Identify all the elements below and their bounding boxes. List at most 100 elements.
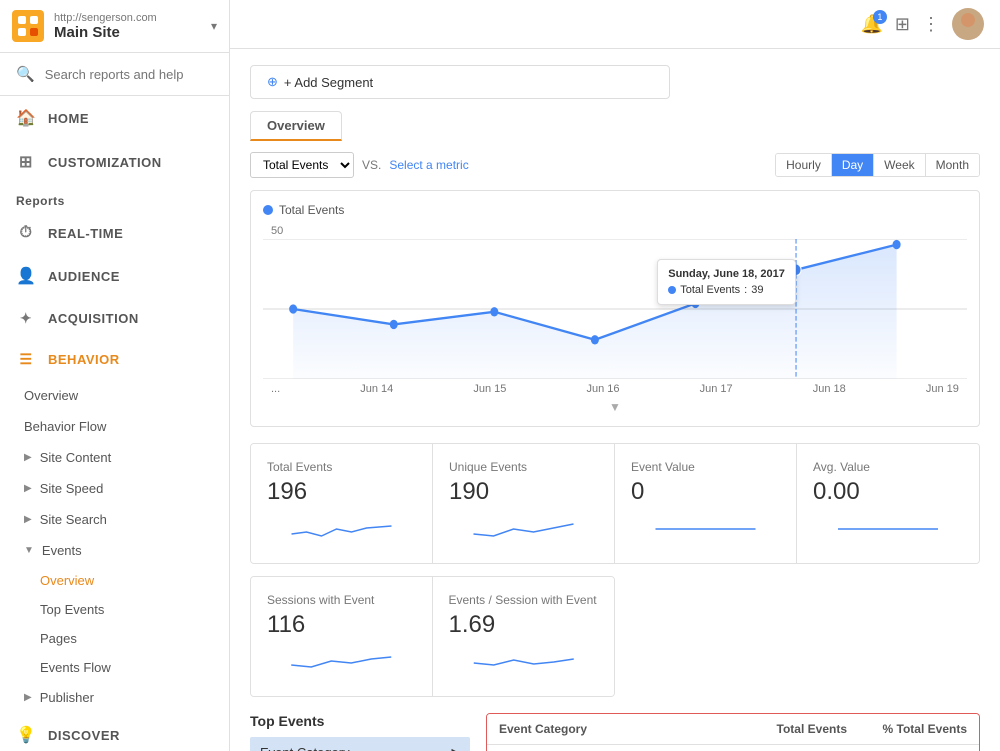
more-options-icon[interactable]: ⋮	[922, 14, 940, 35]
table-header-row: Event Category Total Events % Total Even…	[487, 714, 979, 745]
sidebar-item-customization[interactable]: ⊞ CUSTOMIZATION	[0, 140, 229, 184]
bottom-section: Top Events Event Category ▶ Event Action…	[250, 713, 980, 751]
site-url: http://sengerson.com	[54, 12, 211, 24]
event-category-arrow: ▶	[452, 746, 460, 751]
x-label-3: Jun 16	[587, 383, 620, 395]
legend-label: Total Events	[279, 203, 344, 217]
sidebar-events-flow[interactable]: Events Flow	[0, 653, 229, 682]
metric-label-2: Event Value	[631, 460, 780, 474]
grid-icon: ⊞	[895, 14, 910, 34]
sidebar-item-discover-label: DISCOVER	[48, 728, 120, 743]
x-label-2: Jun 15	[473, 383, 506, 395]
add-segment-icon: ⊕	[267, 74, 278, 90]
x-label-1: Jun 14	[360, 383, 393, 395]
sidebar-item-behavior-label: BEHAVIOR	[48, 352, 120, 367]
x-label-6: Jun 19	[926, 383, 959, 395]
sparkline-r2-0	[267, 647, 416, 677]
table-section: Event Category Total Events % Total Even…	[486, 713, 980, 751]
sidebar-pages-label: Pages	[40, 631, 77, 646]
reports-section-label: Reports	[0, 184, 229, 212]
sidebar-sub-behavior-flow[interactable]: Behavior Flow	[0, 411, 229, 442]
avatar-image	[952, 8, 984, 40]
sidebar-events-overview[interactable]: Overview	[0, 566, 229, 595]
metric-value-r2-1: 1.69	[449, 611, 599, 639]
sidebar-sub-publisher[interactable]: ▶ Publisher	[0, 682, 229, 713]
event-category-label: Event Category	[260, 745, 350, 751]
overview-tab[interactable]: Overview	[250, 111, 342, 141]
grid-menu-icon[interactable]: ⊞	[895, 14, 910, 35]
chart-container: Sunday, June 18, 2017 Total Events: 39	[263, 239, 967, 379]
notification-badge: 1	[873, 10, 887, 24]
top-events-title: Top Events	[250, 713, 470, 729]
sidebar-sub-overview[interactable]: Overview	[0, 380, 229, 411]
sidebar-sub-site-content-label: Site Content	[40, 450, 112, 465]
chart-svg	[263, 239, 967, 379]
sidebar-item-customization-label: CUSTOMIZATION	[48, 155, 162, 170]
expand-icon-search: ▶	[24, 514, 32, 525]
metric-label-0: Total Events	[267, 460, 416, 474]
sidebar-item-acquisition[interactable]: ✦ ACQUISITION	[0, 298, 229, 339]
user-avatar[interactable]	[952, 8, 984, 40]
event-category-filter[interactable]: Event Category ▶	[250, 737, 470, 751]
metric-label-r2-1: Events / Session with Event	[449, 593, 599, 607]
sidebar-pages[interactable]: Pages	[0, 624, 229, 653]
sidebar-item-home[interactable]: 🏠 HOME	[0, 96, 229, 140]
sparkline-2	[631, 514, 780, 544]
sidebar-item-real-time-label: REAL-TIME	[48, 226, 123, 241]
table-col-event-category: Event Category	[499, 722, 727, 736]
metric-dropdown[interactable]: Total Events	[250, 152, 354, 178]
notification-bell[interactable]: 🔔 1	[860, 14, 882, 35]
legend-dot	[263, 205, 273, 215]
sidebar-sub-site-content[interactable]: ▶ Site Content	[0, 442, 229, 473]
time-btn-hourly[interactable]: Hourly	[776, 154, 832, 176]
home-icon: 🏠	[16, 108, 36, 128]
time-btn-day[interactable]: Day	[832, 154, 874, 176]
sidebar-item-behavior[interactable]: ☰ BEHAVIOR	[0, 339, 229, 380]
time-btn-week[interactable]: Week	[874, 154, 925, 176]
sidebar-events-overview-label: Overview	[40, 573, 94, 588]
table-col-percent: % Total Events	[847, 722, 967, 736]
sidebar-item-discover[interactable]: 💡 DISCOVER	[0, 713, 229, 751]
metric-card-3: Avg. Value 0.00	[797, 444, 979, 563]
add-segment-bar[interactable]: ⊕ + Add Segment	[250, 65, 670, 99]
metric-value-1: 190	[449, 478, 598, 506]
time-buttons: Hourly Day Week Month	[775, 153, 980, 177]
sidebar-sub-site-speed-label: Site Speed	[40, 481, 104, 496]
expand-icon-publisher: ▶	[24, 692, 32, 703]
x-label-0: ...	[271, 383, 280, 395]
realtime-icon: ⏱	[16, 224, 36, 242]
site-dropdown-icon[interactable]: ▾	[211, 19, 217, 33]
behavior-icon: ☰	[16, 351, 36, 368]
metric-value-2: 0	[631, 478, 780, 506]
sparkline-3	[813, 514, 963, 544]
metric-card-0: Total Events 196	[251, 444, 433, 563]
search-input[interactable]	[45, 67, 213, 82]
top-events-panel: Top Events Event Category ▶ Event Action…	[250, 713, 470, 751]
time-btn-month[interactable]: Month	[926, 154, 979, 176]
top-header: 🔔 1 ⊞ ⋮	[230, 0, 1000, 49]
chart-legend: Total Events	[263, 203, 967, 217]
discover-icon: 💡	[16, 725, 36, 745]
sidebar-top-events[interactable]: Top Events	[0, 595, 229, 624]
chart-expand-arrow[interactable]: ▼	[263, 399, 967, 414]
sparkline-0	[267, 514, 416, 544]
sidebar-item-real-time[interactable]: ⏱ REAL-TIME	[0, 212, 229, 254]
metric-card-2: Event Value 0	[615, 444, 797, 563]
acquisition-icon: ✦	[16, 310, 36, 327]
select-metric-link[interactable]: Select a metric	[389, 158, 468, 172]
metric-value-0: 196	[267, 478, 416, 506]
metric-label-1: Unique Events	[449, 460, 598, 474]
chart-x-labels: ... Jun 14 Jun 15 Jun 16 Jun 17 Jun 18 J…	[263, 379, 967, 395]
sidebar-sub-site-search-label: Site Search	[40, 512, 107, 527]
sidebar-sub-events[interactable]: ▼ Events	[0, 535, 229, 566]
overview-area: ⊕ + Add Segment Overview Total Events VS…	[230, 49, 1000, 751]
sidebar-item-audience[interactable]: 👤 AUDIENCE	[0, 254, 229, 298]
sidebar-header: http://sengerson.com Main Site ▾	[0, 0, 229, 53]
x-label-5: Jun 18	[813, 383, 846, 395]
sidebar-item-acquisition-label: ACQUISITION	[48, 311, 139, 326]
sidebar-sub-site-speed[interactable]: ▶ Site Speed	[0, 473, 229, 504]
sidebar-sub-site-search[interactable]: ▶ Site Search	[0, 504, 229, 535]
table-col-total-events: Total Events	[727, 722, 847, 736]
sidebar-item-home-label: HOME	[48, 111, 89, 126]
metric-label-3: Avg. Value	[813, 460, 963, 474]
